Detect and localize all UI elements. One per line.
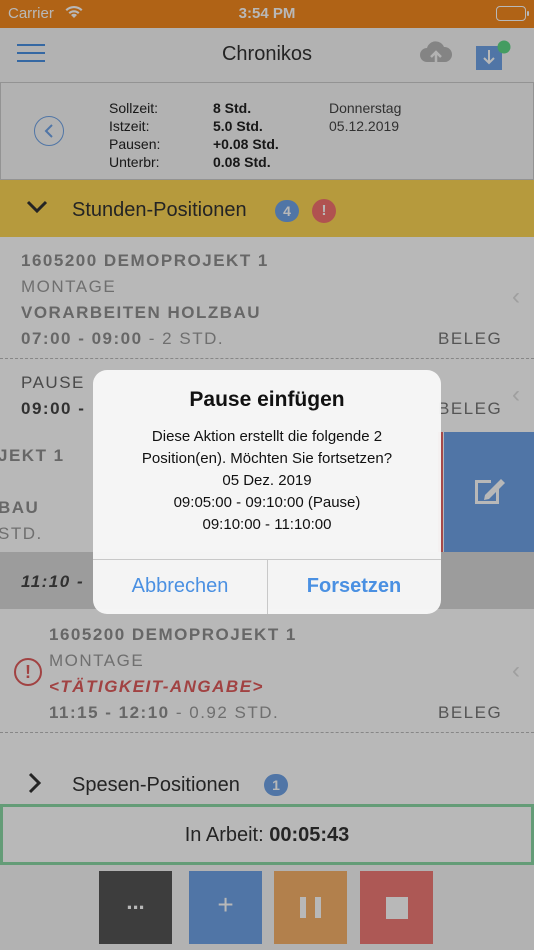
cancel-button[interactable]: Abbrechen [93,559,267,614]
pause-insert-dialog: Pause einfügen Diese Aktion erstellt die… [93,370,441,614]
confirm-button[interactable]: Forsetzen [267,559,441,614]
dialog-message: Diese Aktion erstellt die folgende 2 Pos… [141,428,393,533]
dialog-title: Pause einfügen [189,388,345,411]
